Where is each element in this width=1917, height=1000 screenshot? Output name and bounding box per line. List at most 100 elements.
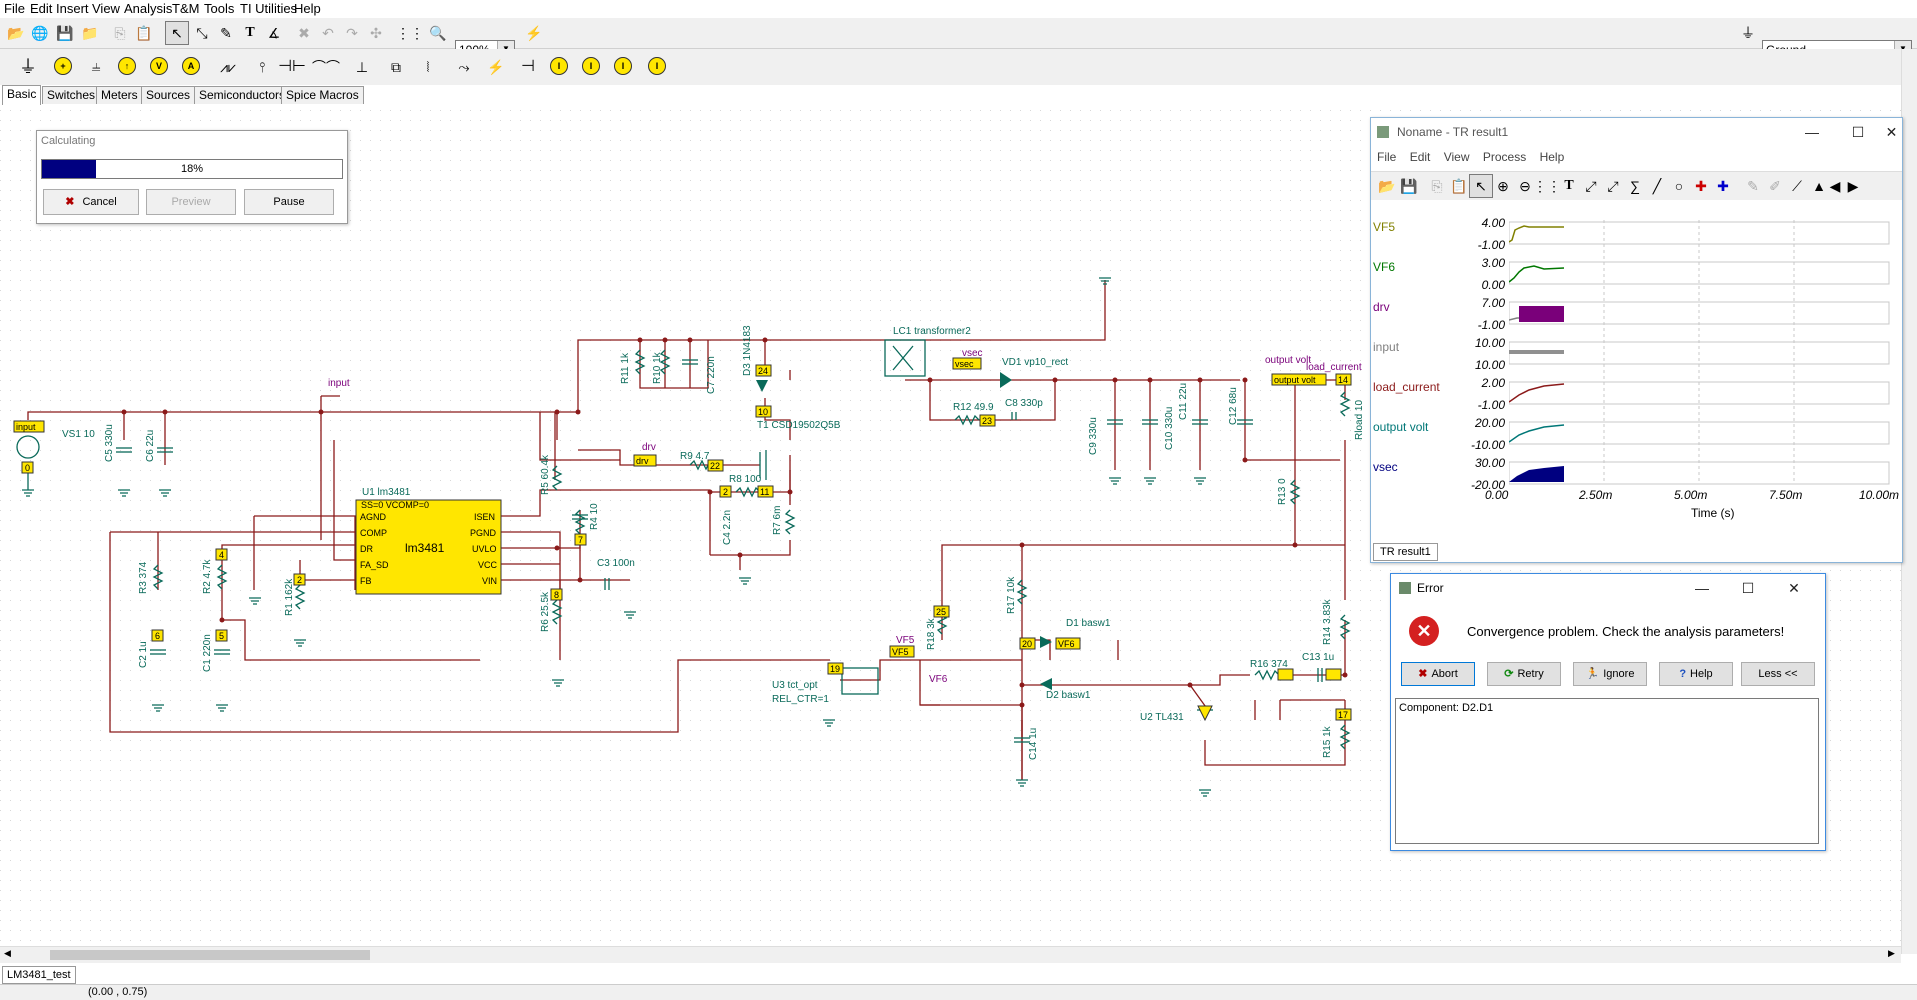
tr-menu-view[interactable]: View	[1444, 150, 1470, 164]
tab-spice-macros[interactable]: Spice Macros	[281, 86, 364, 104]
zoom-in-icon[interactable]: ⊕	[1491, 174, 1515, 198]
menu-tools[interactable]: Tools	[204, 0, 234, 17]
ic-source-4-icon[interactable]: I	[646, 55, 668, 77]
menu-ti-utilities[interactable]: TI Utilities	[240, 0, 297, 17]
ic-source-1-icon[interactable]: I	[548, 55, 570, 77]
tr-menu-process[interactable]: Process	[1483, 150, 1526, 164]
brush-icon[interactable]: ✐	[1763, 174, 1787, 198]
menu-tm[interactable]: T&M	[172, 0, 199, 17]
scroll-right-icon[interactable]: ▶	[1888, 948, 1895, 959]
save-icon[interactable]: 💾	[1397, 174, 1421, 198]
open-icon[interactable]: 📂	[4, 21, 28, 45]
open-icon[interactable]: 📂	[1375, 174, 1399, 198]
undo-icon[interactable]: ↶	[316, 21, 340, 45]
cursor-a-icon[interactable]: ⤢	[1579, 174, 1603, 198]
menu-edit[interactable]: Edit	[30, 0, 52, 17]
scrollbar-thumb[interactable]	[50, 950, 370, 960]
pen-icon[interactable]: ✎	[214, 21, 238, 45]
probe-icon[interactable]: ⚡	[522, 21, 546, 45]
text-icon[interactable]: T	[238, 21, 262, 45]
redo-icon[interactable]: ↷	[340, 21, 364, 45]
wire-icon[interactable]: ⤡	[190, 21, 214, 45]
move-icon[interactable]: ✣	[364, 21, 388, 45]
error-detail-box[interactable]: Component: D2.D1	[1395, 698, 1819, 844]
scroll-left-icon[interactable]: ◀	[4, 948, 11, 959]
tab-meters[interactable]: Meters	[96, 86, 143, 104]
relay-icon[interactable]: ⚡	[484, 55, 508, 79]
help-button[interactable]: ? Help	[1659, 662, 1733, 686]
menu-file[interactable]: File	[4, 0, 25, 17]
inductor-icon[interactable]: ⌒⌒	[312, 55, 340, 79]
minimize-icon[interactable]: —	[1789, 118, 1835, 146]
ic-source-2-icon[interactable]: I	[580, 55, 602, 77]
delete-icon[interactable]: ✖	[292, 21, 316, 45]
formula-icon[interactable]: ∡	[262, 21, 286, 45]
cancel-button[interactable]: ✖ Cancel	[43, 189, 139, 215]
copy-icon[interactable]: ⎘	[1425, 174, 1449, 198]
current-source-icon[interactable]: ↑	[116, 55, 138, 77]
close-icon[interactable]: ✕	[1881, 118, 1902, 146]
jumper-icon[interactable]: ⊣	[516, 55, 540, 79]
pause-button[interactable]: Pause	[244, 189, 334, 215]
capacitor-gnd-icon[interactable]: ⫨	[84, 55, 108, 79]
horizontal-scrollbar[interactable]: ◀ ▶	[0, 946, 1901, 963]
less-button[interactable]: Less <<	[1741, 662, 1815, 686]
voltage-source-icon[interactable]: V	[148, 55, 170, 77]
pencil-icon[interactable]: ✎	[1741, 174, 1765, 198]
cap-electrolytic-icon[interactable]: ⊥	[350, 55, 374, 79]
text-icon[interactable]: T	[1557, 174, 1581, 198]
tr-menu-edit[interactable]: Edit	[1410, 150, 1431, 164]
potentiometer-icon[interactable]: ⫯	[250, 55, 274, 79]
preview-button[interactable]: Preview	[146, 189, 236, 215]
ground-picker-icon[interactable]: ⏚	[1736, 21, 1760, 45]
tab-switches[interactable]: Switches	[42, 86, 101, 104]
grid-icon[interactable]: ⋮⋮	[396, 21, 424, 45]
ramp-icon[interactable]: ⟋	[1785, 174, 1809, 198]
tr-menu-help[interactable]: Help	[1540, 150, 1565, 164]
menu-analysis[interactable]: Analysis	[124, 0, 172, 17]
select-arrow-icon[interactable]: ↖	[1469, 174, 1493, 198]
ammeter-icon[interactable]: A	[180, 55, 202, 77]
ignore-button[interactable]: 🏃 Ignore	[1573, 662, 1647, 686]
tab-semiconductors[interactable]: Semiconductors	[194, 86, 291, 104]
battery-icon[interactable]: +	[52, 55, 74, 77]
formula-icon[interactable]: ∑	[1623, 174, 1647, 198]
ground-icon[interactable]: ⏚	[16, 55, 40, 79]
switch-icon[interactable]: ⤳	[452, 55, 476, 79]
circle-icon[interactable]: ○	[1667, 174, 1691, 198]
cursor-b-icon[interactable]: ⤢	[1601, 174, 1625, 198]
menu-view[interactable]: View	[92, 0, 120, 17]
tr-menu-file[interactable]: File	[1377, 150, 1396, 164]
paste-icon[interactable]: 📋	[132, 21, 156, 45]
open-folder-icon[interactable]: 📁	[78, 21, 102, 45]
close-icon[interactable]: ✕	[1771, 574, 1817, 602]
transformer-icon[interactable]: ⧉	[384, 55, 408, 79]
minimize-icon[interactable]: —	[1679, 574, 1725, 602]
select-arrow-icon[interactable]: ↖	[165, 21, 189, 45]
scroll-right-icon[interactable]: ▶	[1841, 174, 1865, 198]
maximize-icon[interactable]: ☐	[1835, 118, 1881, 146]
retry-button[interactable]: ⟳ Retry	[1487, 662, 1561, 686]
resistor-icon[interactable]: ⩘⩗	[216, 55, 240, 79]
tab-basic[interactable]: Basic	[2, 85, 42, 105]
coupled-inductor-icon[interactable]: ⦚	[416, 55, 440, 79]
menu-help[interactable]: Help	[294, 0, 321, 17]
globe-icon[interactable]: 🌐	[28, 21, 52, 45]
line-icon[interactable]: ╱	[1645, 174, 1669, 198]
zoom-icon[interactable]: 🔍	[426, 21, 450, 45]
paste-icon[interactable]: 📋	[1447, 174, 1471, 198]
copy-icon[interactable]: ⎘	[108, 21, 132, 45]
grid-icon[interactable]: ⋮⋮	[1533, 174, 1561, 198]
ic-source-3-icon[interactable]: I	[612, 55, 634, 77]
doc-tab[interactable]: LM3481_test	[2, 966, 76, 984]
tr-plot-area[interactable]: VF5 VF6 drv input load_current output vo…	[1371, 200, 1902, 550]
maximize-icon[interactable]: ☐	[1725, 574, 1771, 602]
marker-red-icon[interactable]: ✚	[1689, 174, 1713, 198]
marker-blue-icon[interactable]: ✚	[1711, 174, 1735, 198]
tab-sources[interactable]: Sources	[141, 86, 196, 104]
tab-tr-result1[interactable]: TR result1	[1373, 543, 1438, 561]
save-icon[interactable]: 💾	[53, 21, 77, 45]
capacitor-icon[interactable]: ⊣⊢	[278, 55, 306, 79]
abort-button[interactable]: ✖ Abort	[1401, 662, 1475, 686]
menu-insert[interactable]: Insert	[56, 0, 89, 17]
